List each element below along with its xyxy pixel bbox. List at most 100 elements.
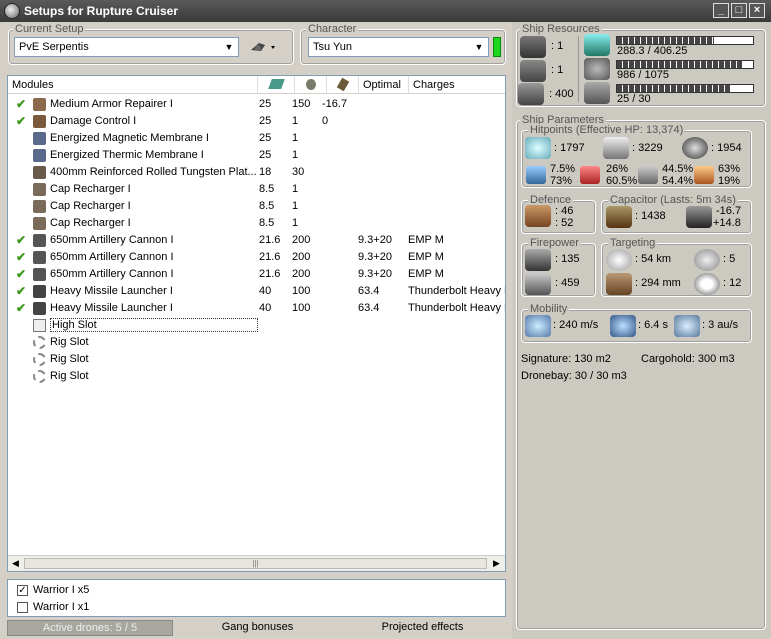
module-cpu: 8.5 [259, 183, 275, 195]
table-row[interactable]: ✔ 650mm Artillery Cannon I 21.6 200 9.3+20 EM… [8, 266, 504, 283]
module-name: Energized Thermic Membrane I [50, 149, 204, 161]
module-icon [33, 149, 46, 162]
module-name: 650mm Artillery Cannon I [50, 251, 174, 263]
drones-list[interactable]: ✓ Warrior I x5 Warrior I x1 [7, 579, 506, 617]
module-cpu: 25 [259, 98, 272, 110]
horizontal-scrollbar[interactable]: ◀ ||| ▶ [8, 555, 505, 571]
table-row[interactable]: ✔ Medium Armor Repairer I 25 150 -16.7 [8, 96, 504, 113]
module-optimal: 9.3+20 [358, 251, 392, 263]
max-velocity: : 240 m/s [553, 319, 599, 331]
module-cpu: 21.6 [259, 268, 281, 280]
check-icon: ✔ [16, 233, 27, 247]
max-targets-icon [694, 249, 720, 271]
module-power: 1 [292, 183, 299, 195]
col-charges[interactable]: Charges [409, 76, 505, 94]
character-label: Character [306, 23, 359, 35]
tab-projected-effects[interactable]: Projected effects [345, 620, 500, 636]
cap-usage: -16.7 [716, 205, 742, 217]
character-select[interactable]: Tsu Yun ▼ [308, 37, 489, 57]
table-row[interactable]: ✔ 650mm Artillery Cannon I 21.6 200 9.3+20 EM… [8, 249, 504, 266]
scan-resolution-icon [606, 273, 632, 295]
check-icon: ✔ [16, 267, 27, 281]
firepower-label: Firepower [528, 237, 581, 249]
table-row[interactable]: 400mm Reinforced Rolled Tungsten Plat...… [8, 164, 504, 181]
kinetic-resist-icon [638, 166, 658, 184]
table-row[interactable]: Cap Recharger I 8.5 1 [8, 198, 504, 215]
module-cpu: 25 [259, 149, 272, 161]
armor-hp: : 3229 [632, 142, 663, 154]
module-cpu: 8.5 [259, 217, 275, 229]
module-name: Heavy Missile Launcher I [50, 285, 173, 297]
tab-active-drones[interactable]: Active drones: 5 / 5 [7, 620, 173, 636]
sensor-strength: : 12 [723, 277, 742, 289]
col-optimal[interactable]: Optimal [359, 76, 409, 94]
scroll-thumb[interactable]: ||| [24, 558, 487, 569]
module-name: Cap Recharger I [50, 217, 131, 229]
structure-hp: : 1954 [711, 142, 742, 154]
tab-gang-bonuses[interactable]: Gang bonuses [180, 620, 335, 636]
module-cpu: 40 [259, 302, 272, 314]
module-icon [33, 234, 46, 247]
module-name: Damage Control I [50, 115, 137, 127]
module-cpu: 21.6 [259, 234, 281, 246]
module-power: 1 [292, 200, 299, 212]
power-icon [305, 79, 316, 90]
module-name: Heavy Missile Launcher I [50, 302, 173, 314]
ship-menu-button[interactable] [249, 38, 281, 56]
dronebay: Dronebay: 30 / 30 m3 [521, 370, 627, 382]
em-resist-icon [526, 166, 546, 184]
module-cpu: 25 [259, 132, 272, 144]
col-capacitor[interactable] [327, 76, 359, 94]
col-modules-label: Modules [12, 79, 54, 91]
check-icon: ✔ [16, 250, 27, 264]
table-row[interactable]: High Slot [8, 317, 504, 334]
table-row[interactable]: Rig Slot [8, 351, 504, 368]
cpu-icon [584, 34, 610, 56]
calibration-icon [584, 82, 610, 104]
check-icon: ✔ [16, 97, 27, 111]
table-row[interactable]: Energized Magnetic Membrane I 25 1 [8, 130, 504, 147]
table-row[interactable]: Cap Recharger I 8.5 1 [8, 215, 504, 232]
table-row[interactable]: Rig Slot [8, 334, 504, 351]
minimize-button[interactable]: _ [713, 3, 729, 18]
setup-select[interactable]: PvE Serpentis ▼ [14, 37, 239, 57]
check-icon: ✔ [16, 284, 27, 298]
col-cpu[interactable] [258, 76, 295, 94]
table-row[interactable]: ✔ Heavy Missile Launcher I 40 100 63.4 Thunde… [8, 300, 505, 317]
window-title: Setups for Rupture Cruiser [24, 4, 179, 18]
module-charges: EMP M [408, 251, 444, 263]
scroll-left-icon[interactable]: ◀ [12, 558, 19, 569]
close-button[interactable]: × [749, 3, 765, 18]
missile-dps: : 459 [555, 277, 580, 289]
table-row[interactable]: Rig Slot [8, 368, 504, 385]
em-shield-resist: 7.5% [550, 163, 576, 175]
module-optimal: 9.3+20 [358, 234, 392, 246]
turret-hardpoints: : 1 [551, 40, 564, 52]
ship-icon [251, 43, 275, 51]
col-modules[interactable]: Modules [8, 76, 258, 94]
maximize-button[interactable]: □ [731, 3, 747, 18]
table-row[interactable]: ✔ Damage Control I 25 1 0 [8, 113, 504, 130]
character-value: Tsu Yun [313, 41, 352, 53]
drone-checkbox[interactable]: ✓ [17, 585, 28, 596]
table-row[interactable]: Cap Recharger I 8.5 1 [8, 181, 504, 198]
drone-checkbox[interactable] [17, 602, 28, 613]
cargohold: Cargohold: 300 m3 [641, 353, 735, 365]
module-optimal: 63.4 [358, 285, 380, 297]
module-name: Cap Recharger I [50, 183, 131, 195]
modules-header: Modules Optimal Charges [8, 76, 505, 94]
module-icon [33, 268, 46, 281]
explosive-shield-resist: 63% [718, 163, 741, 175]
table-row[interactable]: ✔ Heavy Missile Launcher I 40 100 63.4 Thunde… [8, 283, 505, 300]
table-row[interactable]: ✔ 650mm Artillery Cannon I 21.6 200 9.3+20 EM… [8, 232, 504, 249]
explosive-armor-resist: 19% [718, 175, 741, 187]
modules-list[interactable]: Modules Optimal Charges ✔ Medium Armor Re… [7, 75, 506, 572]
module-optimal: 9.3+20 [358, 268, 392, 280]
scroll-right-icon[interactable]: ▶ [493, 558, 500, 569]
module-power: 150 [292, 98, 311, 110]
table-row[interactable]: Energized Thermic Membrane I 25 1 [8, 147, 504, 164]
col-power[interactable] [295, 76, 327, 94]
module-icon [33, 98, 46, 111]
cap-recharge-icon [686, 206, 712, 228]
powergrid-value: 986 / 1075 [617, 69, 669, 81]
